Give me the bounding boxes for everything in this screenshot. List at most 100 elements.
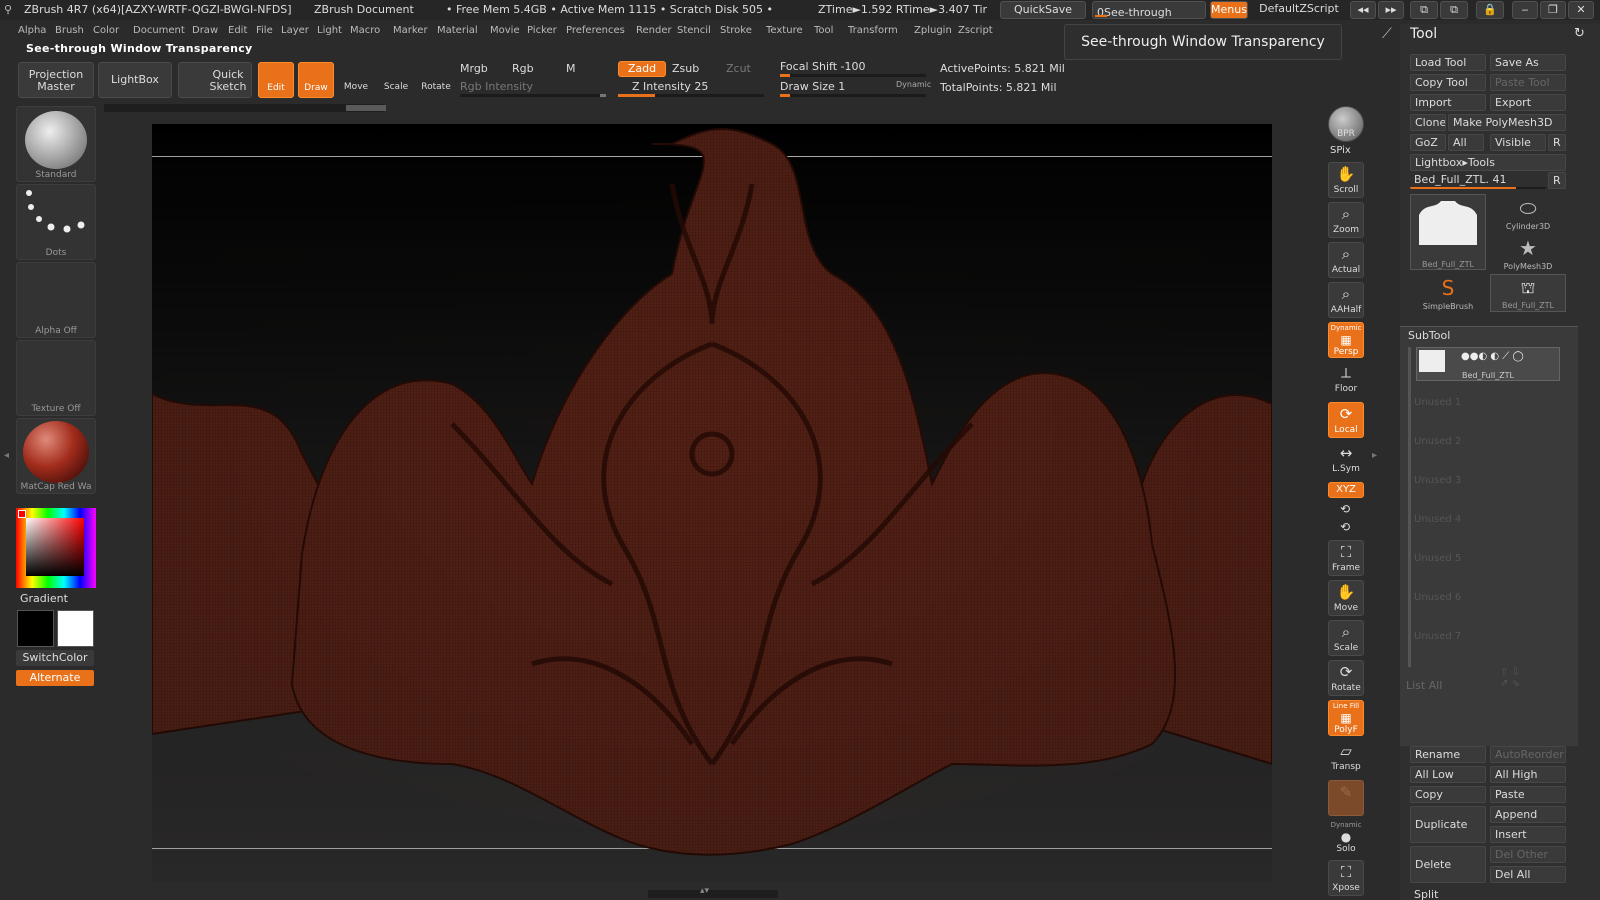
all-high-button[interactable]: All High (1490, 766, 1566, 783)
list-all-button[interactable]: List All (1406, 679, 1442, 692)
rotate-y-icon[interactable]: ⟲ (1340, 502, 1350, 516)
main-color-swatch[interactable] (17, 610, 54, 647)
tool-r-button[interactable]: R (1548, 172, 1566, 189)
menu-marker[interactable]: Marker (393, 25, 428, 36)
layout-icon[interactable]: ⧉ (1410, 1, 1438, 19)
menu-layer[interactable]: Layer (281, 25, 309, 36)
left-arrows-icon[interactable]: ◂◂ (1350, 1, 1376, 19)
rename-button[interactable]: Rename (1410, 746, 1486, 763)
draw-button[interactable]: Draw (298, 62, 334, 98)
solo-button[interactable]: Dynamic ● Solo (1328, 820, 1364, 856)
menu-color[interactable]: Color (93, 25, 119, 36)
split-section[interactable]: Split (1414, 888, 1438, 900)
alternate-button[interactable]: Alternate (16, 670, 94, 686)
delete-button[interactable]: Delete (1410, 846, 1486, 883)
menu-picker[interactable]: Picker (527, 25, 557, 36)
menu-transform[interactable]: Transform (848, 25, 898, 36)
stroke-thumbnail[interactable]: Dots (16, 184, 96, 260)
transp-button[interactable]: ▱ Transp (1328, 740, 1364, 776)
right-collapse-icon[interactable]: ▸ (1372, 450, 1377, 461)
document-scroll-thumb[interactable] (346, 105, 386, 111)
tool-thumb-bed-2[interactable]: ⛫ Bed_Full_ZTL (1490, 274, 1566, 312)
xyz-button[interactable]: XYZ (1328, 482, 1364, 498)
lightbox-tools-button[interactable]: Lightbox▸Tools (1410, 154, 1566, 171)
menu-alpha[interactable]: Alpha (18, 25, 46, 36)
tool-thumb-bed[interactable]: Bed_Full_ZTL (1410, 194, 1486, 270)
paste-subtool-button[interactable]: Paste (1490, 786, 1566, 803)
scale-button[interactable]: Scale (378, 62, 414, 98)
subtool-slot-5[interactable]: Unused 5 (1414, 553, 1461, 564)
frame-button[interactable]: ⛶ Frame (1328, 540, 1364, 576)
mrgb-button[interactable]: Mrgb (460, 62, 488, 75)
layout-alt-icon[interactable]: ⧉ (1440, 1, 1468, 19)
rotate-z-icon[interactable]: ⟲ (1340, 520, 1350, 534)
floor-button[interactable]: ⟂ Floor (1328, 362, 1364, 398)
local-button[interactable]: ⟳ Local (1328, 402, 1364, 438)
xpose-button[interactable]: ⛶ Xpose (1328, 860, 1364, 896)
rgb-intensity-slider[interactable] (460, 94, 606, 97)
menu-stencil[interactable]: Stencil (677, 25, 711, 36)
scroll-button[interactable]: ✋ Scroll (1328, 162, 1364, 198)
right-arrows-icon[interactable]: ▸▸ (1378, 1, 1404, 19)
menus-button[interactable]: Menus (1210, 1, 1248, 19)
visible-button[interactable]: Visible (1490, 134, 1546, 151)
persp-button[interactable]: Dynamic ▦ Persp (1328, 322, 1364, 358)
spix-label[interactable]: SPix (1330, 145, 1351, 156)
insert-button[interactable]: Insert (1490, 826, 1566, 843)
color-picker[interactable] (16, 508, 96, 588)
ghost-button[interactable]: ✎ (1328, 780, 1364, 816)
z-intensity-slider[interactable] (618, 94, 764, 97)
copy-tool-button[interactable]: Copy Tool (1410, 74, 1486, 91)
make-polymesh-button[interactable]: Make PolyMesh3D (1448, 114, 1566, 131)
menu-file[interactable]: File (256, 25, 273, 36)
autoreorder-button[interactable]: AutoReorder (1490, 746, 1566, 763)
alpha-thumbnail[interactable]: Alpha Off (16, 262, 96, 338)
all-button[interactable]: All (1448, 134, 1484, 151)
color-square[interactable] (26, 518, 84, 576)
tool-thumb-polymesh[interactable]: ★ PolyMesh3D (1490, 234, 1566, 272)
import-button[interactable]: Import (1410, 94, 1486, 111)
move-view-button[interactable]: ✋ Move (1328, 580, 1364, 616)
aahalf-button[interactable]: ⌕ AAHalf (1328, 282, 1364, 318)
subtool-slot-2[interactable]: Unused 2 (1414, 436, 1461, 447)
default-zscript-button[interactable]: DefaultZScript (1252, 1, 1346, 19)
minimize-icon[interactable]: ‒ (1512, 1, 1538, 19)
menu-texture[interactable]: Texture (766, 25, 803, 36)
menu-edit[interactable]: Edit (228, 25, 247, 36)
restore-icon[interactable]: ❐ (1540, 1, 1566, 19)
brush-thumbnail[interactable]: Standard (16, 106, 96, 182)
menu-zplugin[interactable]: Zplugin (914, 25, 952, 36)
append-button[interactable]: Append (1490, 806, 1566, 823)
focal-shift-slider[interactable] (780, 74, 926, 77)
edit-button[interactable]: Edit (258, 62, 294, 98)
subtool-slot-1[interactable]: Unused 1 (1414, 397, 1461, 408)
menu-preferences[interactable]: Preferences (566, 25, 625, 36)
rotate-view-button[interactable]: ⟳ Rotate (1328, 660, 1364, 696)
canvas-viewport[interactable] (152, 124, 1272, 882)
menu-render[interactable]: Render (636, 25, 672, 36)
load-tool-button[interactable]: Load Tool (1410, 54, 1486, 71)
tool-thumb-simplebrush[interactable]: S SimpleBrush (1410, 274, 1486, 312)
lsym-button[interactable]: ↔ L.Sym (1328, 442, 1364, 478)
texture-thumbnail[interactable]: Texture Off (16, 340, 96, 416)
scale-view-button[interactable]: ⌕ Scale (1328, 620, 1364, 656)
zadd-button[interactable]: Zadd (618, 61, 666, 77)
del-other-button[interactable]: Del Other (1490, 846, 1566, 863)
left-collapse-icon[interactable]: ◂ (4, 450, 12, 474)
polyf-button[interactable]: Line Fill ▦ PolyF (1328, 700, 1364, 736)
subtool-move-arrows-icon[interactable]: ⇧ ⇩ ⇗ ⇘ (1500, 667, 1520, 689)
draw-size-slider[interactable] (780, 94, 926, 97)
rotate-button[interactable]: Rotate (418, 62, 454, 98)
paste-tool-button[interactable]: Paste Tool (1490, 74, 1566, 91)
tool-pin-icon[interactable]: ⟋ (1382, 26, 1392, 42)
subtool-visibility-icon[interactable]: ●●◐ ◐ ⟋ ◯ (1461, 351, 1524, 362)
menu-zscript[interactable]: Zscript (958, 25, 993, 36)
menu-light[interactable]: Light (317, 25, 342, 36)
goz-button[interactable]: GoZ (1410, 134, 1446, 151)
quicksave-button[interactable]: QuickSave (1000, 1, 1086, 19)
menu-material[interactable]: Material (437, 25, 478, 36)
move-button[interactable]: Move (338, 62, 374, 98)
see-through-slider[interactable]: 0 See-through (1092, 1, 1206, 19)
subtool-slot-6[interactable]: Unused 6 (1414, 592, 1461, 603)
document-scrollbar[interactable] (104, 104, 386, 112)
